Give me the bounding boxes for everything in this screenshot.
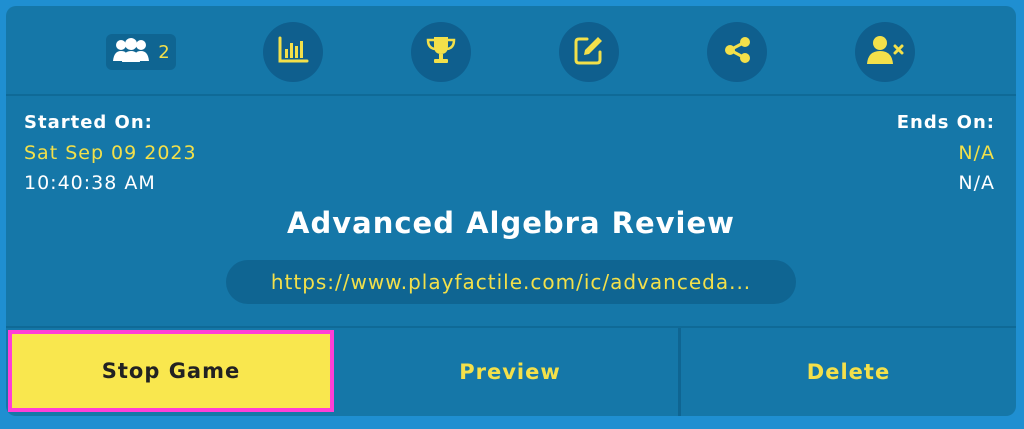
game-title: Advanced Algebra Review (287, 206, 735, 240)
ends-label: Ends On: (896, 112, 995, 133)
game-card: 2 Started On: Sat Sep 09 2023 10:40:38 A… (6, 6, 1016, 416)
remove-user-icon (866, 34, 904, 70)
trophy-icon (425, 34, 457, 70)
action-bar: Stop Game Preview Delete (6, 326, 1016, 416)
players-icon (112, 37, 150, 67)
edit-button[interactable] (559, 22, 619, 82)
started-section: Started On: Sat Sep 09 2023 10:40:38 AM (24, 108, 197, 198)
started-time: 10:40:38 AM (24, 172, 156, 194)
game-url[interactable]: https://www.playfactile.com/ic/advanceda… (226, 260, 796, 304)
players-button[interactable]: 2 (106, 34, 176, 70)
stats-icon (277, 36, 309, 68)
preview-button[interactable]: Preview (342, 328, 681, 416)
share-button[interactable] (707, 22, 767, 82)
game-toolbar: 2 (6, 6, 1016, 96)
game-info: Started On: Sat Sep 09 2023 10:40:38 AM … (6, 96, 1016, 326)
stop-game-button[interactable]: Stop Game (8, 330, 334, 412)
delete-button[interactable]: Delete (681, 328, 1016, 416)
ends-time: N/A (958, 172, 995, 194)
leaderboard-button[interactable] (411, 22, 471, 82)
remove-user-button[interactable] (855, 22, 915, 82)
started-label: Started On: (24, 112, 153, 133)
player-count: 2 (158, 41, 170, 63)
stats-button[interactable] (263, 22, 323, 82)
edit-icon (573, 34, 605, 70)
ends-section: Ends On: N/A N/A (897, 108, 995, 198)
ends-date: N/A (958, 142, 995, 164)
share-icon (722, 35, 752, 69)
started-date: Sat Sep 09 2023 (24, 142, 197, 164)
